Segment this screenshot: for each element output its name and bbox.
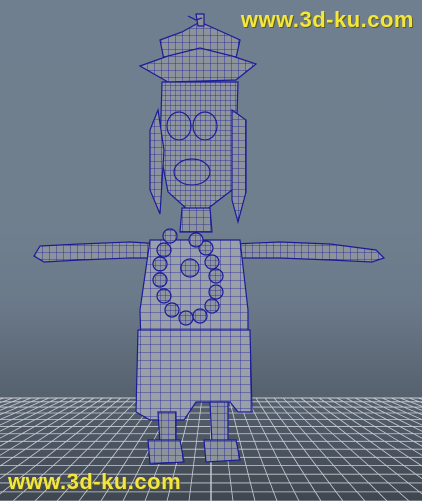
mouth	[173, 158, 211, 186]
bead	[188, 232, 204, 248]
bead	[152, 256, 168, 272]
watermark-bottom: www.3d-ku.com	[8, 469, 182, 494]
bead	[208, 268, 224, 284]
left-leg	[157, 411, 177, 445]
neck	[179, 207, 213, 233]
watermark-top: www.3d-ku.com	[240, 7, 414, 32]
right-leg	[209, 401, 229, 445]
scene-svg	[0, 13, 422, 501]
wireframe-character-model[interactable]	[33, 13, 386, 465]
bead	[192, 308, 208, 324]
hat	[138, 13, 258, 83]
left-foot	[147, 439, 185, 465]
bead	[156, 288, 172, 304]
skirt	[135, 329, 253, 421]
left-eye	[166, 111, 192, 141]
bead	[164, 302, 180, 318]
right-eye	[192, 111, 218, 141]
bead	[204, 298, 220, 314]
head	[159, 81, 239, 211]
3d-viewport[interactable]: www.3d-ku.com www.3d-ku.com	[0, 0, 422, 501]
bead	[208, 284, 224, 300]
bead	[178, 310, 194, 326]
bead	[162, 228, 178, 244]
bead	[204, 254, 220, 270]
bead	[156, 242, 172, 258]
bead	[152, 272, 168, 288]
right-foot	[203, 439, 241, 463]
right-arm	[231, 241, 386, 263]
hair-right	[231, 108, 247, 225]
left-arm	[33, 241, 163, 263]
bead-pendant	[180, 258, 200, 278]
